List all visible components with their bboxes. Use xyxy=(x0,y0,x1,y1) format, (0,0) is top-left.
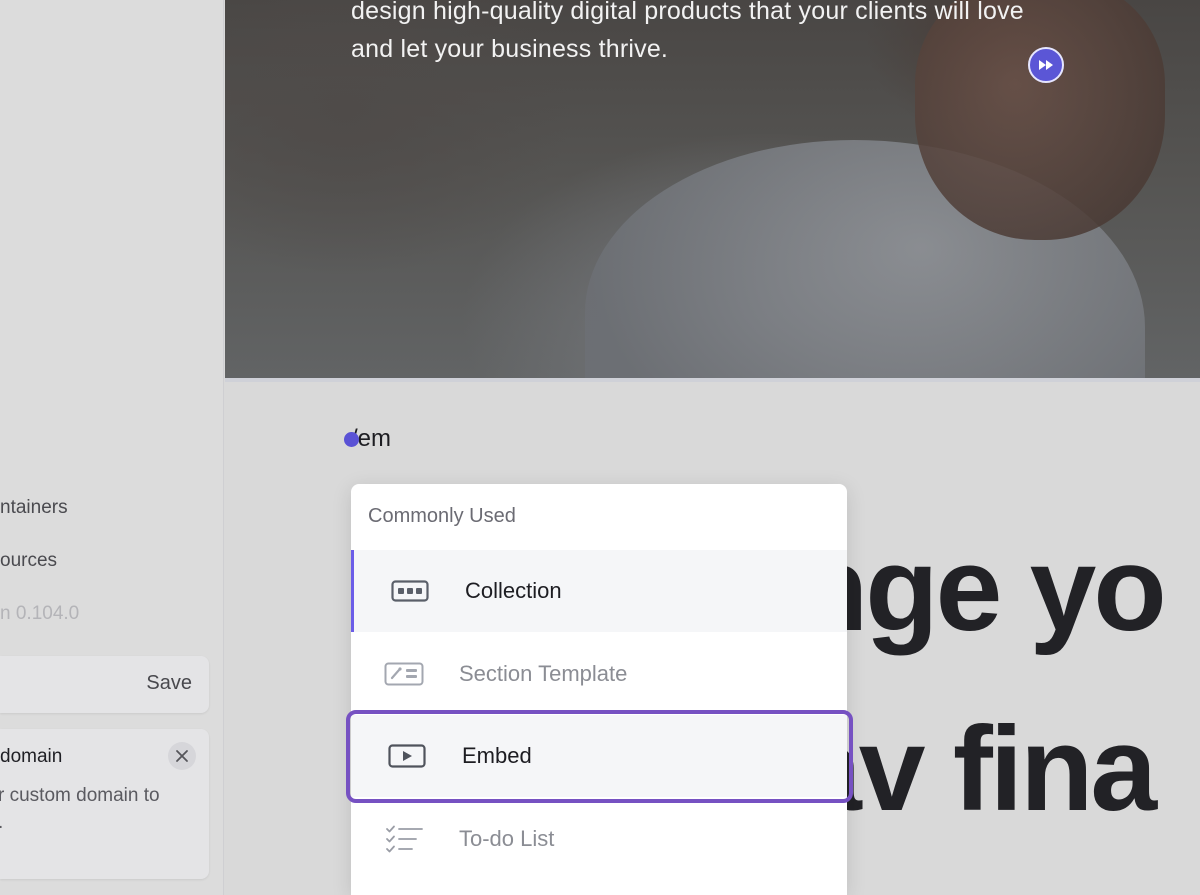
sidebar-link-resources[interactable]: ources xyxy=(0,550,57,572)
menu-section-header: Commonly Used xyxy=(368,505,516,527)
version-label: n 0.104.0 xyxy=(0,603,80,624)
hero-image: design high-quality digital products tha… xyxy=(225,0,1200,378)
embed-icon xyxy=(387,741,427,771)
menu-item-label: Section Template xyxy=(459,661,628,686)
menu-item-label: Collection xyxy=(465,578,562,603)
sidebar-link-containers[interactable]: ntainers xyxy=(0,497,68,519)
collection-icon xyxy=(390,576,430,606)
slash-command-menu: Commonly Used Collection Section Templat… xyxy=(351,484,847,895)
cursor-indicator xyxy=(344,432,359,447)
custom-domain-description: r custom domain to . xyxy=(0,782,160,836)
custom-domain-description-line-1: r custom domain to xyxy=(0,785,160,806)
hero-text[interactable]: design high-quality digital products tha… xyxy=(351,0,1071,68)
page-heading-line-2: av fina xyxy=(795,702,1157,836)
save-button[interactable]: Save xyxy=(146,672,192,695)
close-icon xyxy=(176,750,188,762)
section-divider xyxy=(225,378,1200,382)
menu-item-embed[interactable]: Embed xyxy=(351,715,847,797)
custom-domain-card: domain r custom domain to . xyxy=(0,729,209,879)
custom-domain-description-line-2: . xyxy=(0,809,160,836)
fast-forward-icon xyxy=(1039,60,1053,70)
menu-item-label: Embed xyxy=(462,743,532,768)
todo-list-icon xyxy=(384,824,424,854)
menu-item-collection[interactable]: Collection xyxy=(351,550,847,632)
save-card: Save xyxy=(0,656,209,713)
play-badge[interactable] xyxy=(1028,47,1064,83)
section-template-icon xyxy=(384,659,424,689)
custom-domain-title: domain xyxy=(0,746,63,767)
page-heading-line-1: nge yo xyxy=(795,522,1167,656)
menu-item-todo-list[interactable]: To-do List xyxy=(351,798,847,880)
close-button[interactable] xyxy=(168,742,196,770)
menu-item-section-template[interactable]: Section Template xyxy=(351,633,847,715)
menu-item-label: To-do List xyxy=(459,826,555,851)
sidebar: ntainers ources n 0.104.0 Save domain r … xyxy=(0,0,224,895)
